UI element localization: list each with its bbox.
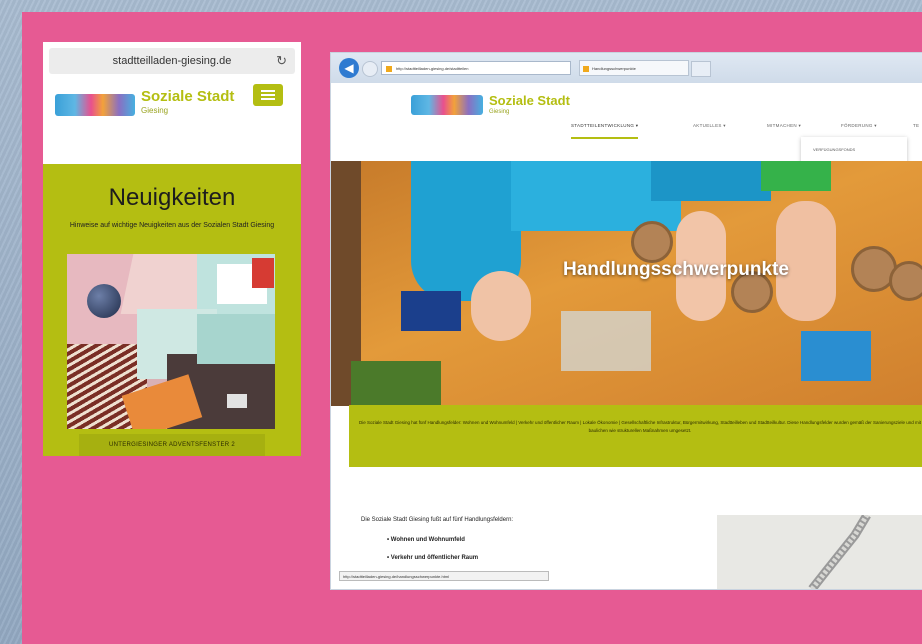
site-logo-title[interactable]: Soziale Stadt (489, 93, 570, 108)
mobile-url-text: stadtteilladen-giesing.de (112, 55, 232, 67)
intro-panel (349, 405, 922, 467)
hero-title: Handlungsschwerpunkte (563, 259, 789, 280)
mobile-screenshot: stadtteilladen-giesing.de ↻ Soziale Stad… (43, 42, 301, 456)
site-logo-subtitle: Giesing (489, 109, 510, 115)
bullet-verkehr[interactable]: • Verkehr und öffentlicher Raum (387, 555, 478, 561)
mobile-address-bar[interactable]: stadtteilladen-giesing.de ↻ (49, 48, 295, 74)
forward-arrow-icon[interactable] (362, 61, 378, 77)
map-preview-image[interactable] (717, 515, 922, 589)
mosaic-artwork-image[interactable] (67, 254, 275, 429)
map-road-icon (717, 515, 922, 589)
logo-graphic-icon[interactable] (55, 94, 135, 116)
browser-tab[interactable]: Handlungsschwerpunkte (579, 60, 689, 76)
mobile-logo-title[interactable]: Soziale Stadt (141, 88, 234, 105)
intro-text: Die Soziale Stadt Giesing hat fünf Handl… (358, 420, 922, 433)
bullet-wohnen[interactable]: • Wohnen und Wohnumfeld (387, 537, 465, 543)
nav-mitmachen[interactable]: MITMACHEN ▾ (767, 123, 801, 137)
back-arrow-icon[interactable]: ◀ (339, 58, 359, 78)
address-text: http://stadtteilladen-giesing.de/stadtte… (396, 66, 469, 71)
body-lead-text: Die Soziale Stadt Giesing fußt auf fünf … (361, 517, 514, 523)
hero-image (331, 161, 922, 406)
mobile-logo-subtitle: Giesing (141, 106, 169, 115)
tab-favicon-icon (583, 66, 589, 72)
hamburger-menu-icon[interactable] (253, 84, 283, 106)
new-tab-button[interactable] (691, 61, 711, 77)
site-logo-graphic-icon[interactable] (411, 95, 483, 115)
nav-more[interactable]: TE (913, 123, 919, 137)
reload-icon[interactable]: ↻ (276, 48, 287, 74)
tab-label: Handlungsschwerpunkte (592, 66, 636, 71)
nav-stadtteilentwicklung[interactable]: STADTTEILENTWICKLUNG ▾ (571, 123, 639, 139)
nav-aktuelles[interactable]: AKTUELLES ▾ (693, 123, 726, 137)
status-bar-url: http://stadtteilladen-giesing.de/handlun… (339, 571, 549, 581)
advent-window-button[interactable]: UNTERGIESINGER ADVENTSFENSTER 2 (79, 434, 265, 456)
news-heading: Neuigkeiten (108, 184, 236, 211)
site-favicon-icon (386, 66, 392, 72)
desktop-browser-screenshot: ◀ http://stadtteilladen-giesing.de/stadt… (330, 52, 922, 590)
nav-foerderung[interactable]: FÖRDERUNG ▾ (841, 123, 877, 137)
dropdown-item-verfuegungsfonds[interactable]: VERFÜGUNGSFONDS (805, 141, 903, 159)
address-bar[interactable]: http://stadtteilladen-giesing.de/stadtte… (381, 61, 571, 75)
news-subheading: Hinweise auf wichtige Neuigkeiten aus de… (69, 222, 275, 229)
